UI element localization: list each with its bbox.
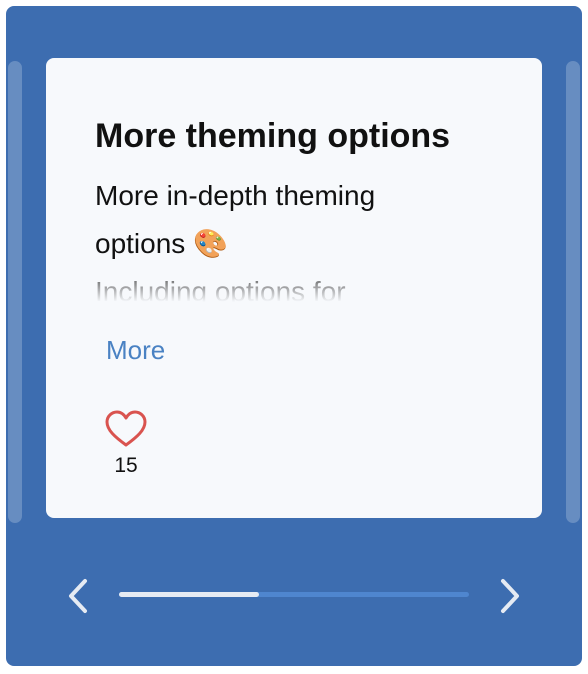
next-button[interactable]: [490, 574, 530, 618]
like-button[interactable]: 15: [104, 410, 148, 490]
chevron-right-icon: [501, 579, 519, 613]
feature-card: More theming options More in-depth themi…: [46, 58, 542, 518]
feature-carousel: More theming options More in-depth themi…: [6, 6, 582, 666]
carousel-progress-thumb[interactable]: [119, 592, 259, 597]
card-title: More theming options: [95, 117, 451, 155]
more-link[interactable]: More: [106, 334, 165, 366]
card-body: More in-depth theming options 🎨 Includin…: [95, 172, 495, 302]
heart-icon: [105, 410, 147, 447]
card-body-line: More in-depth theming: [95, 180, 376, 211]
card-body-line: options 🎨: [95, 228, 228, 259]
previous-button[interactable]: [58, 574, 98, 618]
like-count: 15: [114, 454, 138, 477]
previous-card-peek[interactable]: [8, 61, 22, 523]
next-card-peek[interactable]: [566, 61, 580, 523]
chevron-left-icon: [69, 579, 87, 613]
card-body-line: Including options for: [95, 276, 346, 302]
carousel-progress-track[interactable]: [119, 592, 469, 597]
